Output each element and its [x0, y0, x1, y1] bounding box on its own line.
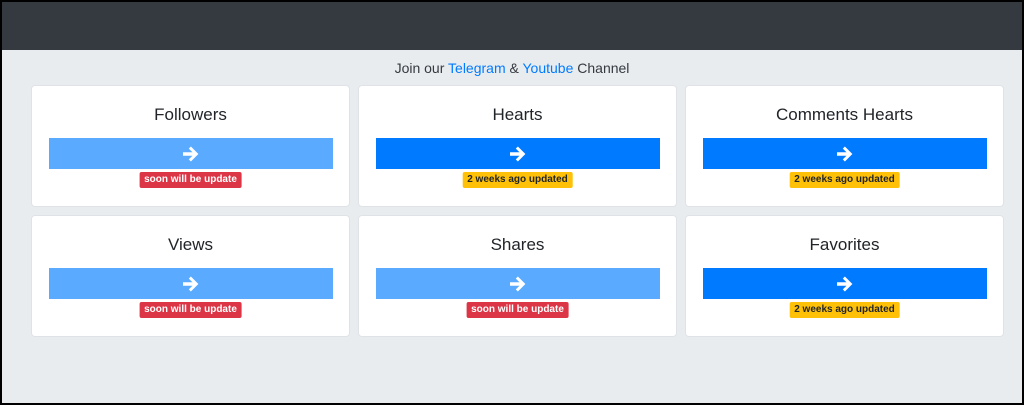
- join-prefix: Join our: [394, 60, 449, 76]
- card-title: Shares: [490, 235, 545, 254]
- status-badge: 2 weeks ago updated: [789, 302, 900, 318]
- join-suffix: Channel: [573, 60, 630, 76]
- status-badge: 2 weeks ago updated: [462, 172, 573, 188]
- youtube-link[interactable]: Youtube: [523, 60, 574, 76]
- favorites-go-button[interactable]: [703, 268, 987, 299]
- shares-go-button[interactable]: [376, 268, 660, 299]
- arrow-right-icon: [837, 276, 853, 291]
- arrow-right-icon: [183, 276, 199, 291]
- hearts-go-button[interactable]: [376, 138, 660, 169]
- comments-hearts-go-button[interactable]: [703, 138, 987, 169]
- card-title: Favorites: [809, 235, 880, 254]
- arrow-right-icon: [183, 146, 199, 161]
- service-grid: Followers soon will be update Hearts 2 w…: [31, 85, 1004, 337]
- arrow-right-icon: [510, 146, 526, 161]
- followers-go-button[interactable]: [49, 138, 333, 169]
- service-card-comments-hearts: Comments Hearts 2 weeks ago updated: [685, 85, 1004, 207]
- ampersand: &: [505, 60, 523, 76]
- service-card-shares: Shares soon will be update: [358, 215, 677, 337]
- status-badge: soon will be update: [466, 302, 569, 318]
- service-card-hearts: Hearts 2 weeks ago updated: [358, 85, 677, 207]
- card-title: Hearts: [492, 105, 543, 124]
- card-title: Followers: [154, 105, 227, 124]
- arrow-right-icon: [510, 276, 526, 291]
- page-frame: Join our Telegram & Youtube Channel Foll…: [0, 0, 1024, 405]
- join-channel-text: Join our Telegram & Youtube Channel: [2, 58, 1022, 78]
- arrow-right-icon: [837, 146, 853, 161]
- card-title: Views: [167, 235, 214, 254]
- service-card-views: Views soon will be update: [31, 215, 350, 337]
- card-title: Comments Hearts: [776, 105, 913, 124]
- service-card-followers: Followers soon will be update: [31, 85, 350, 207]
- service-card-favorites: Favorites 2 weeks ago updated: [685, 215, 1004, 337]
- top-navbar: [2, 2, 1022, 50]
- status-badge: 2 weeks ago updated: [789, 172, 900, 188]
- status-badge: soon will be update: [139, 172, 242, 188]
- views-go-button[interactable]: [49, 268, 333, 299]
- status-badge: soon will be update: [139, 302, 242, 318]
- telegram-link[interactable]: Telegram: [448, 60, 506, 76]
